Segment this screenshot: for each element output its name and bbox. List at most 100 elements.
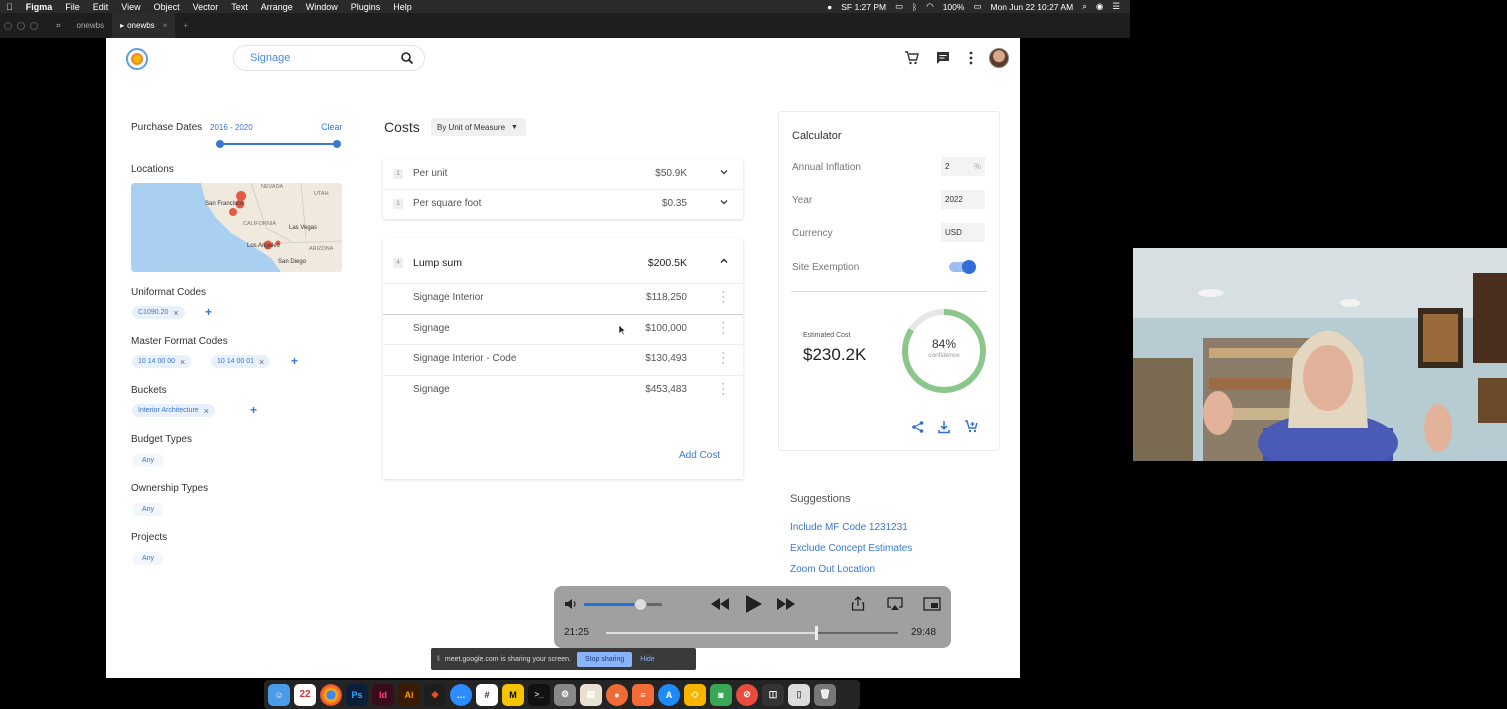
preview-icon[interactable]: ▤ bbox=[580, 683, 602, 706]
tab-onewbs-1[interactable]: onewbs bbox=[69, 13, 113, 38]
chevron-up-icon[interactable] bbox=[719, 256, 729, 266]
cost-row[interactable]: 1 Per square foot $0.35 bbox=[383, 189, 743, 219]
fast-forward-icon[interactable] bbox=[775, 597, 797, 611]
menu-plugins[interactable]: Plugins bbox=[351, 2, 381, 12]
zoom-window-button[interactable] bbox=[30, 21, 38, 30]
figma-icon[interactable]: ◆ bbox=[424, 683, 446, 706]
tab-onewbs-2[interactable]: ▸ onewbs × bbox=[112, 13, 176, 38]
search-input[interactable]: Signage bbox=[233, 45, 425, 71]
stack-app-icon[interactable]: ≡ bbox=[632, 683, 654, 706]
stop-sharing-button[interactable]: Stop sharing bbox=[576, 651, 633, 667]
line-item-row[interactable]: Signage $100,000 · · · bbox=[383, 314, 743, 344]
suggestion-link[interactable]: Exclude Concept Estimates bbox=[790, 543, 912, 554]
bluetooth-icon[interactable]: ᛒ bbox=[912, 2, 917, 12]
menu-file[interactable]: File bbox=[65, 2, 80, 12]
calendar-icon[interactable]: 22 bbox=[294, 683, 316, 706]
app-logo[interactable] bbox=[126, 48, 148, 70]
screenshot-icon[interactable]: ◫ bbox=[762, 683, 784, 706]
menu-object[interactable]: Object bbox=[154, 2, 180, 12]
add-uniformat-button[interactable]: + bbox=[205, 305, 212, 319]
volume-icon[interactable] bbox=[564, 598, 578, 610]
more-vert-icon[interactable]: · · · bbox=[721, 379, 725, 400]
rewind-icon[interactable] bbox=[709, 597, 731, 611]
more-vert-icon[interactable]: · · · bbox=[721, 287, 725, 308]
suggestion-link[interactable]: Include MF Code 1231231 bbox=[790, 522, 908, 533]
add-to-cart-icon[interactable] bbox=[964, 419, 979, 434]
hide-button[interactable]: Hide bbox=[640, 656, 654, 663]
close-window-button[interactable] bbox=[4, 21, 12, 30]
apple-icon[interactable]:  bbox=[6, 2, 13, 12]
year-input[interactable]: 2022 bbox=[941, 190, 985, 209]
battery-icon[interactable]: ▭ bbox=[973, 1, 981, 12]
site-exemption-toggle[interactable] bbox=[949, 260, 976, 274]
master-format-chip[interactable]: 10 14 00 01 × bbox=[211, 355, 271, 368]
indesign-icon[interactable]: Id bbox=[372, 683, 394, 706]
more-vert-icon[interactable] bbox=[966, 50, 976, 66]
remove-chip-icon[interactable]: × bbox=[204, 406, 209, 416]
more-vert-icon[interactable]: · · · bbox=[721, 348, 725, 369]
documents-folder-icon[interactable]: ▯ bbox=[788, 683, 810, 706]
unit-of-measure-dropdown[interactable]: By Unit of Measure ▼ bbox=[431, 118, 526, 136]
share-icon[interactable] bbox=[851, 596, 865, 611]
menu-app-figma[interactable]: Figma bbox=[26, 2, 53, 12]
master-format-chip[interactable]: 10 14 00 00 × bbox=[132, 355, 192, 368]
app-store-icon[interactable]: A bbox=[658, 683, 680, 706]
slack-icon[interactable]: # bbox=[476, 683, 498, 706]
date-range-start-handle[interactable] bbox=[216, 140, 224, 148]
menu-arrange[interactable]: Arrange bbox=[261, 2, 293, 12]
map-pin[interactable] bbox=[229, 208, 237, 216]
clear-dates-link[interactable]: Clear bbox=[321, 122, 343, 132]
menu-vector[interactable]: Vector bbox=[193, 2, 219, 12]
menu-window[interactable]: Window bbox=[306, 2, 338, 12]
more-vert-icon[interactable]: · · · bbox=[721, 318, 725, 339]
new-tab-button[interactable]: + bbox=[175, 13, 196, 38]
spotlight-icon[interactable]: ⌕ bbox=[1082, 1, 1087, 12]
add-cost-button[interactable]: Add Cost bbox=[679, 450, 720, 461]
menu-help[interactable]: Help bbox=[393, 2, 412, 12]
add-master-format-button[interactable]: + bbox=[291, 354, 298, 368]
cart-icon[interactable] bbox=[904, 50, 920, 66]
location-map[interactable]: NEVADA UTAH San Francisco CALIFORNIA Las… bbox=[131, 183, 342, 272]
chat-icon[interactable] bbox=[935, 50, 951, 66]
currency-input[interactable]: USD bbox=[941, 223, 985, 242]
lump-sum-row[interactable]: 4 Lump sum $200.5K bbox=[383, 248, 743, 278]
wifi-icon[interactable]: ◠ bbox=[926, 1, 933, 12]
chevron-down-icon[interactable] bbox=[719, 167, 729, 177]
illustrator-icon[interactable]: Ai bbox=[398, 683, 420, 706]
suggestion-link[interactable]: Zoom Out Location bbox=[790, 564, 875, 575]
bucket-chip[interactable]: Interior Architecture × bbox=[132, 404, 215, 417]
picture-in-picture-icon[interactable] bbox=[923, 597, 941, 611]
menu-edit[interactable]: Edit bbox=[93, 2, 109, 12]
budget-types-any-chip[interactable]: Any bbox=[132, 454, 164, 467]
annual-inflation-input[interactable]: 2 % bbox=[941, 157, 985, 176]
line-item-row[interactable]: Signage $453,483 · · · bbox=[383, 375, 743, 405]
minimize-window-button[interactable] bbox=[17, 21, 25, 30]
menu-view[interactable]: View bbox=[121, 2, 140, 12]
photoshop-icon[interactable]: Ps bbox=[346, 683, 368, 706]
drag-handle-icon[interactable]: ‖ bbox=[437, 656, 440, 663]
system-preferences-icon[interactable]: ⚙ bbox=[554, 683, 576, 706]
terminal-icon[interactable]: >_ bbox=[528, 683, 550, 706]
record-icon[interactable]: ● bbox=[827, 2, 832, 12]
remove-chip-icon[interactable]: × bbox=[173, 308, 178, 318]
ownership-types-any-chip[interactable]: Any bbox=[132, 503, 164, 516]
date-range-end-handle[interactable] bbox=[333, 140, 341, 148]
uniformat-chip[interactable]: C1090.20 × bbox=[132, 306, 185, 319]
download-icon[interactable] bbox=[937, 420, 951, 434]
messages-app-icon[interactable]: ◙ bbox=[710, 683, 732, 706]
trash-icon[interactable]: 🗑 bbox=[814, 683, 836, 706]
add-bucket-button[interactable]: + bbox=[250, 403, 257, 417]
cost-row[interactable]: 1 Per unit $50.9K bbox=[383, 159, 743, 189]
blocked-app-icon[interactable]: ⊘ bbox=[736, 683, 758, 706]
menu-text[interactable]: Text bbox=[231, 2, 248, 12]
play-icon[interactable] bbox=[742, 593, 764, 615]
figma-home-icon[interactable]: ⌗ bbox=[48, 13, 69, 38]
volume-slider-handle[interactable] bbox=[634, 598, 648, 611]
miro-icon[interactable]: M bbox=[502, 683, 524, 706]
share-icon[interactable] bbox=[911, 420, 925, 434]
close-tab-icon[interactable]: × bbox=[163, 21, 168, 30]
search-icon[interactable] bbox=[400, 51, 414, 65]
scrub-track[interactable] bbox=[606, 632, 898, 634]
messages-icon[interactable]: … bbox=[450, 683, 472, 706]
remove-chip-icon[interactable]: × bbox=[259, 357, 264, 367]
